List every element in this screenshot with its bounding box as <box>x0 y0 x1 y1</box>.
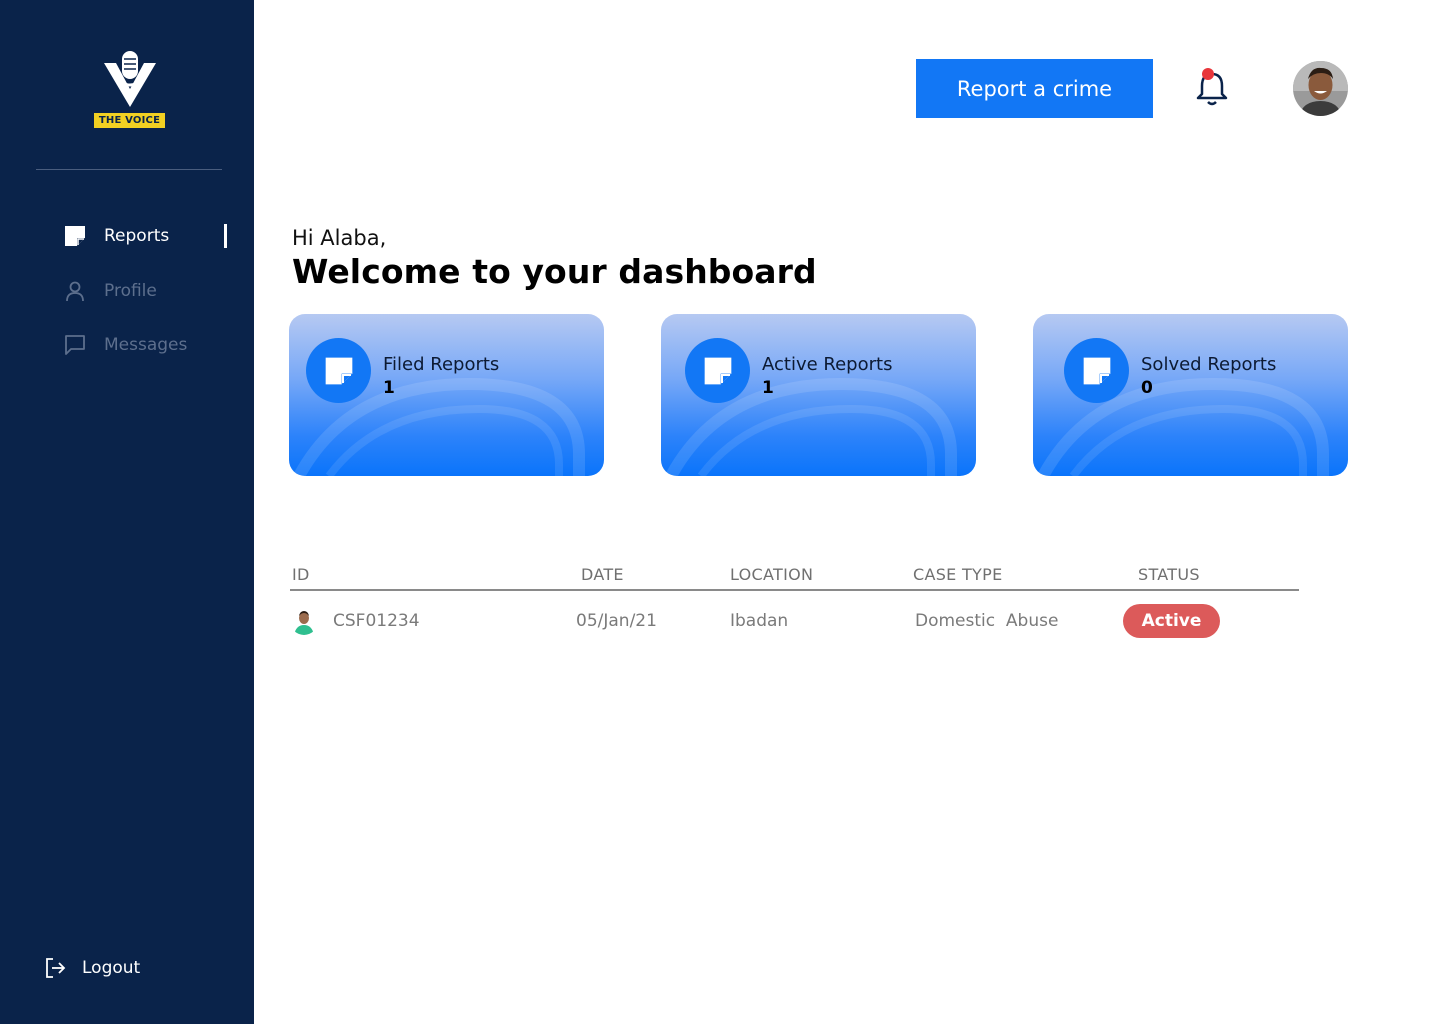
solved-reports-card[interactable]: Solved Reports 0 <box>1033 314 1348 476</box>
active-indicator <box>224 224 227 248</box>
report-crime-button[interactable]: Report a crime <box>916 59 1153 118</box>
sidebar-divider <box>36 169 222 170</box>
report-note-icon <box>306 338 371 403</box>
person-icon <box>62 278 88 304</box>
card-label: Solved Reports <box>1141 354 1277 375</box>
sidebar-item-label: Profile <box>104 281 157 301</box>
table-header-divider <box>290 589 1299 591</box>
sidebar-item-profile[interactable]: Profile <box>62 277 157 305</box>
notifications-button[interactable] <box>1194 66 1230 108</box>
sidebar-item-label: Messages <box>104 335 188 355</box>
column-header-case-type[interactable]: CASE TYPE <box>913 565 1002 584</box>
column-header-id[interactable]: ID <box>292 565 310 584</box>
logout-icon <box>42 955 68 981</box>
page-title: Welcome to your dashboard <box>292 252 817 291</box>
reporter-photo-icon <box>290 607 318 635</box>
sidebar-item-messages[interactable]: Messages <box>62 331 187 359</box>
report-note-icon <box>62 223 88 249</box>
report-location: Ibadan <box>730 611 789 631</box>
chat-bubble-icon <box>62 332 88 358</box>
report-case-type: Domestic Abuse <box>915 611 1059 631</box>
sidebar-item-label: Reports <box>104 226 170 246</box>
microphone-v-logo-icon <box>104 51 156 107</box>
card-value: 1 <box>762 378 774 398</box>
report-note-icon <box>685 338 750 403</box>
logout-label: Logout <box>82 958 141 978</box>
reporter-avatar <box>290 607 318 635</box>
active-reports-card[interactable]: Active Reports 1 <box>661 314 976 476</box>
app-logo[interactable]: THE VOICE <box>94 49 166 129</box>
card-label: Filed Reports <box>383 354 500 375</box>
sidebar-item-reports[interactable]: Reports <box>62 222 169 250</box>
bell-icon <box>1196 68 1228 106</box>
report-id[interactable]: CSF01234 <box>333 611 420 631</box>
column-header-status[interactable]: STATUS <box>1138 565 1200 584</box>
logout-button[interactable]: Logout <box>42 954 140 982</box>
greeting-text: Hi Alaba, <box>292 226 387 250</box>
logo-text: THE VOICE <box>94 113 165 128</box>
card-label: Active Reports <box>762 354 893 375</box>
card-value: 0 <box>1141 378 1153 398</box>
notification-dot <box>1202 68 1214 80</box>
user-photo-icon <box>1293 61 1348 116</box>
report-date: 05/Jan/21 <box>576 611 657 631</box>
sidebar: THE VOICE Reports Profile Messages Logou… <box>0 0 254 1024</box>
column-header-date[interactable]: DATE <box>581 565 624 584</box>
filed-reports-card[interactable]: Filed Reports 1 <box>289 314 604 476</box>
card-value: 1 <box>383 378 395 398</box>
status-badge: Active <box>1123 604 1220 638</box>
user-avatar[interactable] <box>1293 61 1348 116</box>
column-header-location[interactable]: LOCATION <box>730 565 813 584</box>
report-note-icon <box>1064 338 1129 403</box>
